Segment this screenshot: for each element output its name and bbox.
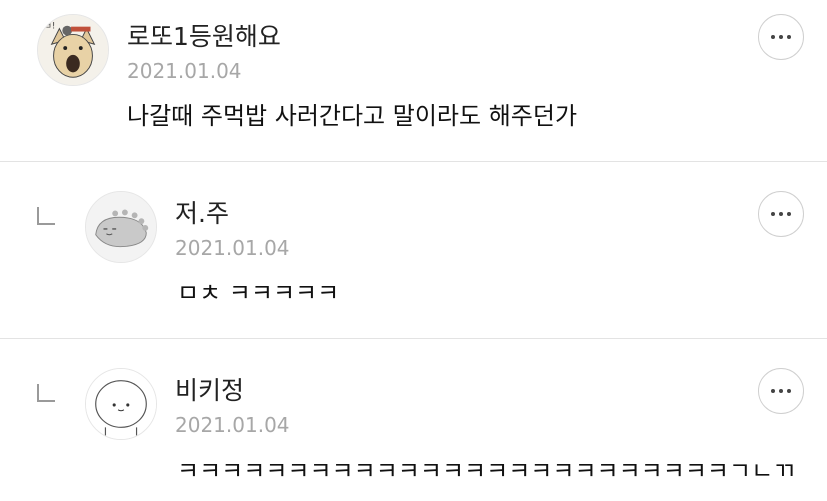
svg-text:ㅂ!: ㅂ! — [44, 22, 56, 32]
gray-dinosaur-icon — [86, 192, 156, 262]
comment-author[interactable]: 비키정 — [175, 378, 244, 403]
avatar[interactable]: ㅂ! — [37, 14, 109, 86]
comment-date: 2021.01.04 — [127, 59, 242, 83]
comment-date: 2021.01.04 — [175, 236, 290, 260]
reply-indicator-icon — [37, 207, 55, 225]
comment-text: ㅋㅋㅋㅋㅋㅋㅋㅋㅋㅋㅋㅋㅋㅋㅋㅋㅋㅋㅋㅋㅋㅋㅋㅋㅋㄱㄴㄲ — [177, 459, 796, 483]
more-dot-icon — [787, 212, 791, 216]
reply-comment-item: 비키정 2021.01.04 ㅋㅋㅋㅋㅋㅋㅋㅋㅋㅋㅋㅋㅋㅋㅋㅋㅋㅋㅋㅋㅋㅋㅋㅋㅋ… — [0, 339, 827, 501]
more-options-button[interactable] — [758, 368, 804, 414]
more-dot-icon — [771, 35, 775, 39]
reply-comment-item: 저.주 2021.01.04 ㅁㅊ ㅋㅋㅋㅋㅋ — [0, 162, 827, 338]
more-dot-icon — [771, 212, 775, 216]
avatar[interactable] — [85, 368, 157, 440]
more-dot-icon — [771, 389, 775, 393]
more-dot-icon — [779, 389, 783, 393]
reply-indicator-icon — [37, 384, 55, 402]
more-dot-icon — [787, 35, 791, 39]
comment-date: 2021.01.04 — [175, 413, 290, 437]
round-cat-face-icon — [86, 369, 156, 439]
more-options-button[interactable] — [758, 191, 804, 237]
comment-text: 나갈때 주먹밥 사러간다고 말이라도 해주던가 — [127, 102, 578, 130]
avatar[interactable] — [85, 191, 157, 263]
more-options-button[interactable] — [758, 14, 804, 60]
more-dot-icon — [787, 389, 791, 393]
crying-dog-sticker-icon: ㅂ! — [38, 15, 108, 85]
comment-text: ㅁㅊ ㅋㅋㅋㅋㅋ — [177, 279, 340, 307]
comment-item: ㅂ! 로또1등원해요 2021.01.04 나갈때 주먹밥 사러간다고 말이라도… — [0, 0, 827, 161]
more-dot-icon — [779, 212, 783, 216]
comment-author[interactable]: 로또1등원해요 — [127, 24, 281, 49]
comment-author[interactable]: 저.주 — [175, 201, 229, 226]
more-dot-icon — [779, 35, 783, 39]
